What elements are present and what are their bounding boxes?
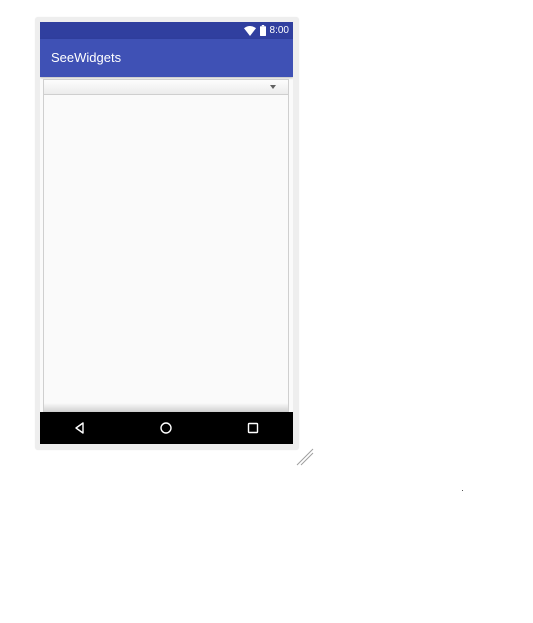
- navigation-bar: [40, 412, 293, 444]
- resize-handle-icon[interactable]: [296, 448, 314, 466]
- dropdown-spinner[interactable]: [44, 80, 288, 95]
- content-area: [43, 79, 289, 412]
- wifi-icon: [243, 25, 256, 36]
- status-clock: 8:00: [269, 25, 289, 36]
- app-title: SeeWidgets: [51, 50, 122, 65]
- back-triangle-icon[interactable]: [72, 420, 88, 436]
- list-view[interactable]: [44, 95, 288, 411]
- status-bar: 8:00: [40, 22, 293, 39]
- battery-icon: [259, 25, 266, 36]
- stray-dot: [462, 490, 463, 491]
- dropdown-arrow-icon: [270, 85, 276, 89]
- device-frame: 8:00 SeeWidgets: [35, 17, 299, 450]
- device-screen: 8:00 SeeWidgets: [40, 22, 293, 444]
- page: 8:00 SeeWidgets: [0, 0, 533, 623]
- recents-square-icon[interactable]: [245, 420, 261, 436]
- app-bar: SeeWidgets: [40, 39, 293, 77]
- list-bottom-shadow: [44, 403, 288, 411]
- home-circle-icon[interactable]: [158, 420, 174, 436]
- status-bar-icons: 8:00: [243, 24, 289, 37]
